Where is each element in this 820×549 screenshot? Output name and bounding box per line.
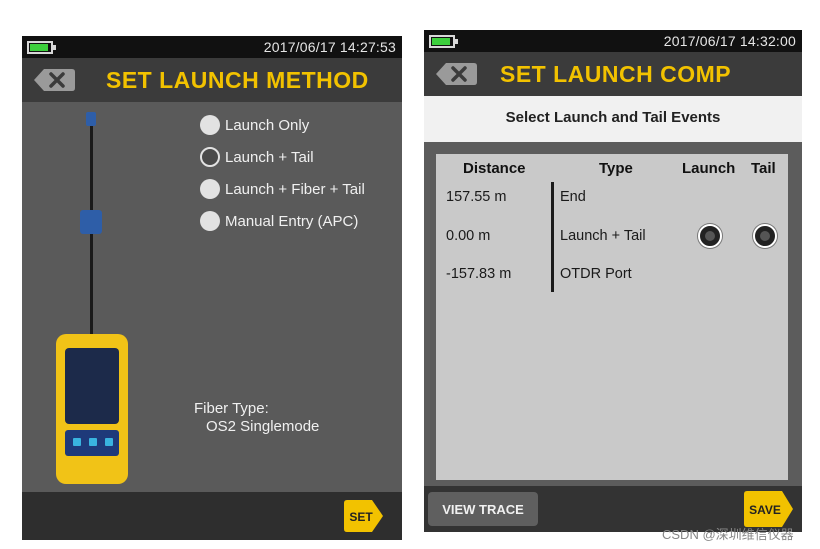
back-button[interactable] <box>32 67 76 93</box>
title-bar: SET LAUNCH METHOD <box>22 58 402 102</box>
view-trace-button[interactable]: VIEW TRACE <box>428 492 538 526</box>
set-button-label: SET <box>349 510 373 524</box>
radio-icon <box>200 211 220 231</box>
option-label: Launch Only <box>225 116 310 134</box>
events-panel: Distance Type Launch Tail 157.55 m End 0… <box>424 142 802 486</box>
fiber-type-info: Fiber Type: OS2 Singlemode <box>194 400 319 436</box>
sub-header: Select Launch and Tail Events <box>424 96 802 142</box>
column-header-type: Type <box>599 160 633 177</box>
page-title: SET LAUNCH METHOD <box>106 67 369 93</box>
option-label: Launch + Fiber + Tail <box>225 180 365 198</box>
set-launch-method-screen: 2017/06/17 14:27:53 SET LAUNCH METHOD La… <box>22 36 402 540</box>
tester-device-icon <box>56 334 128 484</box>
watermark-text: CSDN @深圳维信仪器 <box>662 527 794 542</box>
row-distance: -157.83 m <box>446 266 512 282</box>
fiber-type-value: OS2 Singlemode <box>206 418 320 435</box>
set-button[interactable]: SET <box>342 499 384 533</box>
status-bar: 2017/06/17 14:32:00 <box>424 30 802 52</box>
option-launch-fiber-tail[interactable]: Launch + Fiber + Tail <box>200 178 365 200</box>
status-clock: 2017/06/17 14:32:00 <box>663 33 796 49</box>
events-table: Distance Type Launch Tail 157.55 m End 0… <box>436 154 788 480</box>
column-header-tail: Tail <box>751 160 776 177</box>
back-button[interactable] <box>434 61 478 87</box>
column-header-launch: Launch <box>682 160 736 177</box>
launch-radio-button[interactable] <box>698 224 722 248</box>
row-type: Launch + Tail <box>560 228 646 244</box>
page-title: SET LAUNCH COMP <box>500 61 732 87</box>
fiber-type-label: Fiber Type: <box>194 400 269 417</box>
option-launch-only[interactable]: Launch Only <box>200 114 309 136</box>
row-type: OTDR Port <box>560 266 632 282</box>
radio-icon <box>200 115 220 135</box>
column-header-distance: Distance <box>463 160 526 177</box>
battery-icon <box>429 35 458 48</box>
tail-radio-button[interactable] <box>753 224 777 248</box>
connector-icon <box>86 112 96 126</box>
option-launch-tail[interactable]: Launch + Tail <box>200 146 314 168</box>
footer-bar: SET <box>22 492 402 540</box>
sub-header-text: Select Launch and Tail Events <box>505 109 721 126</box>
save-button[interactable]: SAVE <box>742 490 794 528</box>
radio-selected-icon <box>200 147 220 167</box>
launch-method-panel: Launch Only Launch + Tail Launch + Fiber… <box>22 102 402 492</box>
radio-icon <box>200 179 220 199</box>
title-bar: SET LAUNCH COMP <box>424 52 802 96</box>
option-label: Manual Entry (APC) <box>225 212 359 230</box>
row-type: End <box>560 189 586 205</box>
set-launch-comp-screen: 2017/06/17 14:32:00 SET LAUNCH COMP Sele… <box>424 30 802 532</box>
launch-connector-icon <box>80 210 102 234</box>
row-distance: 0.00 m <box>446 228 491 244</box>
column-divider <box>551 182 554 292</box>
option-label: Launch + Tail <box>225 148 314 166</box>
save-button-label: SAVE <box>749 503 781 517</box>
battery-icon <box>27 41 56 54</box>
option-manual-entry[interactable]: Manual Entry (APC) <box>200 210 358 232</box>
status-bar: 2017/06/17 14:27:53 <box>22 36 402 58</box>
status-clock: 2017/06/17 14:27:53 <box>263 39 396 55</box>
row-distance: 157.55 m <box>446 189 507 205</box>
